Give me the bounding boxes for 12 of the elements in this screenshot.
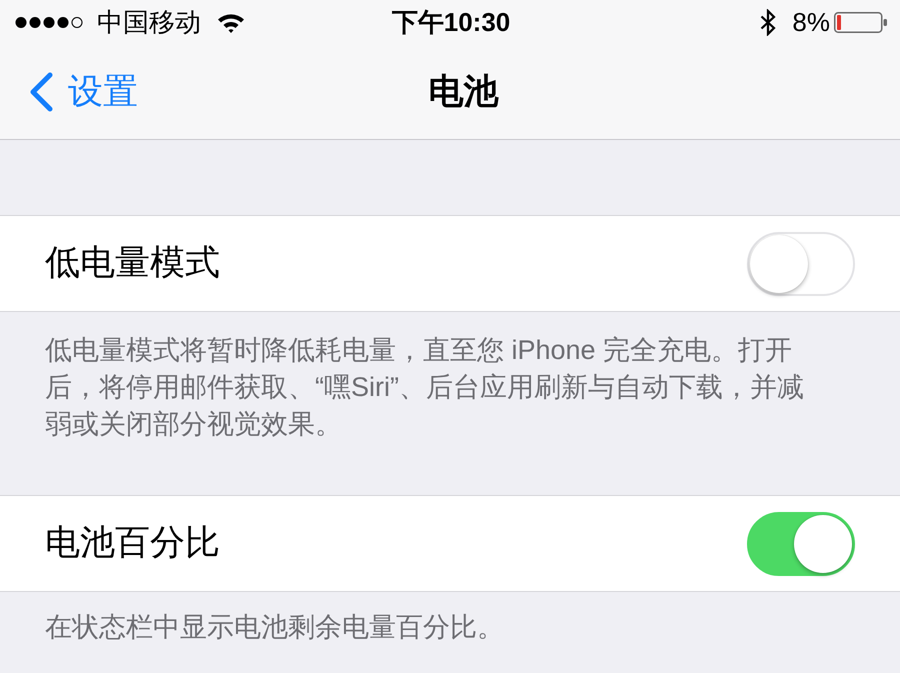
screen-title: 电池	[428, 70, 498, 112]
carrier-name: 中国移动	[97, 6, 201, 38]
section-footer-text: 在状态栏中显示电池剩余电量百分比。	[44, 611, 505, 644]
status-time: 下午10:30	[392, 6, 510, 38]
back-button[interactable]: 设置	[27, 70, 138, 112]
section-footer-text: 低电量模式将暂时降低耗电量，直至您 iPhone 完全充电。打开后，将停用邮件获取、“嘿Siri”、后台应用刷新与自动下载，并减弱或关闭部分视觉效果。	[44, 334, 805, 441]
wifi-icon	[217, 12, 245, 32]
setting-label: 低电量模式	[45, 242, 220, 284]
bluetooth-icon	[760, 8, 776, 36]
setting-label: 电池百分比	[45, 522, 220, 564]
battery-icon	[834, 12, 887, 32]
battery-percentage: 8%	[792, 6, 830, 38]
